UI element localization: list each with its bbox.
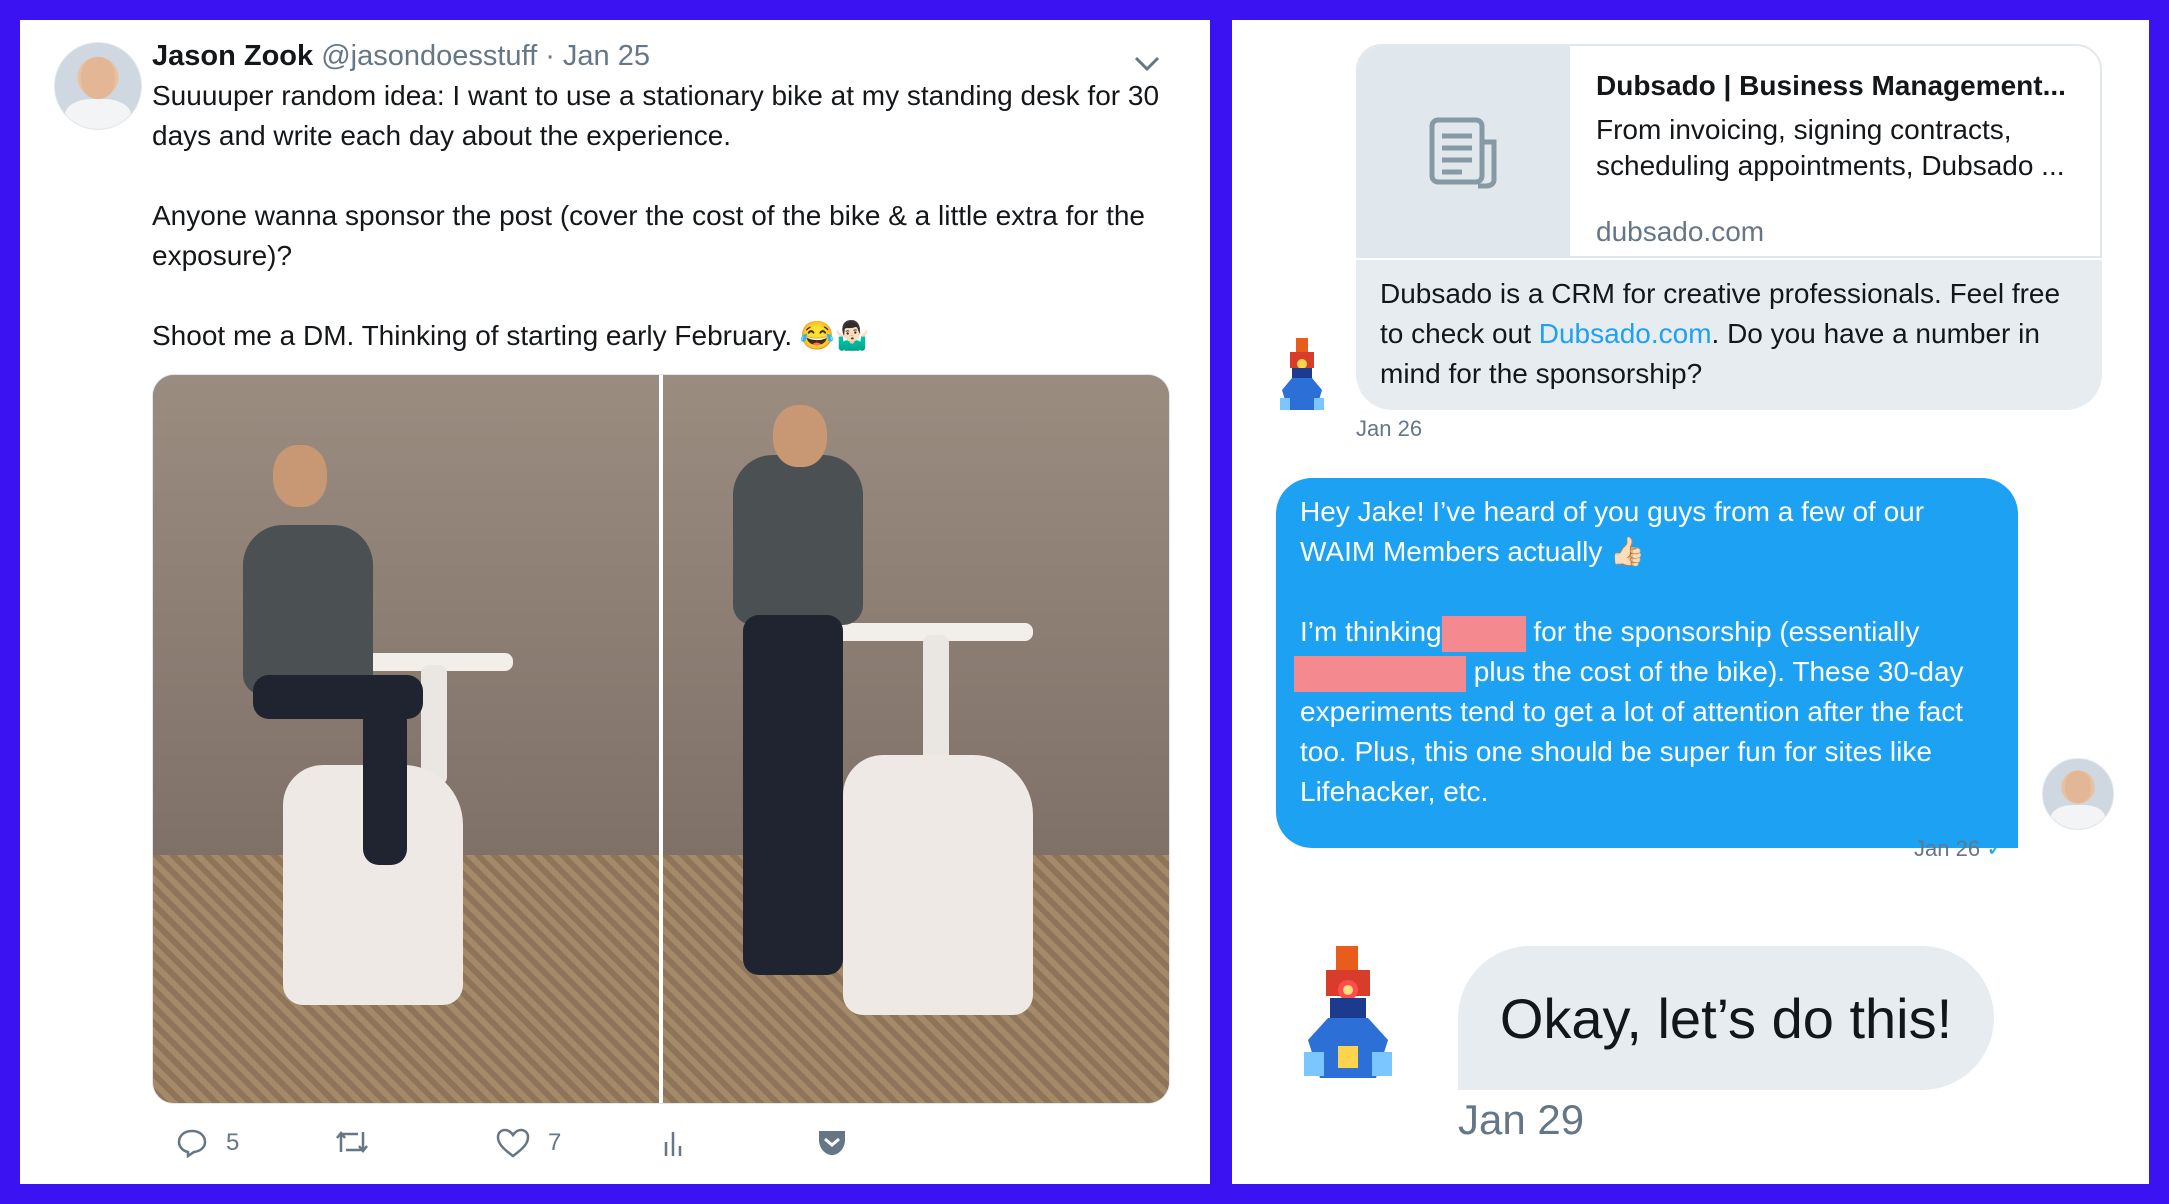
author-name[interactable]: Jason Zook (152, 40, 313, 72)
photo-seated (153, 375, 659, 1103)
redaction-box (1441, 615, 1526, 652)
tweet-text: Suuuuper random idea: I want to use a st… (152, 76, 1172, 356)
tweet-date[interactable]: · Jan 25 (545, 40, 650, 72)
like-button[interactable]: 7 (496, 1128, 561, 1158)
reply-icon (177, 1129, 207, 1158)
author-handle[interactable]: @jasondoesstuff (321, 40, 537, 72)
reply-count: 5 (226, 1129, 240, 1156)
jason-avatar[interactable] (54, 42, 142, 130)
tweet-header: Jason Zook @jasondoesstuff · Jan 25 (152, 36, 650, 76)
message-text: Hey Jake! I’ve heard of you guys from a … (1294, 492, 2000, 812)
link-preview-card[interactable]: Dubsado | Business Management... From in… (1356, 44, 2102, 258)
message-text-part: for the sponsorship (essentially (1533, 616, 1920, 647)
photo-standing (663, 375, 1169, 1103)
tweet-actions: 5 7 (152, 1128, 1152, 1168)
read-check-icon: ✓ (1986, 836, 2005, 861)
sender-avatar[interactable] (1276, 338, 1328, 416)
like-count: 7 (548, 1129, 562, 1156)
pocket-button[interactable] (816, 1128, 848, 1158)
message-text: Dubsado is a CRM for creative profession… (1380, 274, 2080, 394)
dubsado-link[interactable]: Dubsado.com (1539, 318, 1712, 349)
redaction-box (1294, 655, 1466, 692)
message-bubble-received: Dubsado is a CRM for creative profession… (1356, 260, 2102, 410)
retweet-button[interactable] (334, 1128, 370, 1156)
emoji: 😂🤷🏻‍♂️ (799, 320, 870, 351)
message-bubble-sent: Hey Jake! I’ve heard of you guys from a … (1276, 478, 2018, 848)
timestamp-text: Jan 26 (1914, 836, 1981, 861)
card-domain: dubsado.com (1596, 216, 1765, 247)
message-timestamp: Jan 26 (1356, 416, 1423, 441)
card-thumbnail (1358, 46, 1570, 256)
message-text-part: I’m thinking (1300, 616, 1442, 647)
analytics-button[interactable] (662, 1128, 686, 1158)
chevron-down-icon[interactable] (1134, 46, 1160, 80)
analytics-icon (664, 1132, 682, 1156)
retweet-icon (336, 1130, 368, 1154)
message-bubble-received-large: Okay, let’s do this! (1458, 946, 1994, 1090)
tweet-photo[interactable] (152, 374, 1170, 1104)
thumbs-up-emoji: 👍🏻 (1610, 536, 1646, 567)
pocket-icon (819, 1131, 845, 1155)
document-icon (1429, 117, 1497, 189)
tweet-paragraph-text: Shoot me a DM. Thinking of starting earl… (152, 320, 793, 351)
reply-button[interactable]: 5 (176, 1128, 239, 1158)
like-icon (496, 1128, 530, 1158)
card-title: Dubsado | Business Management... (1596, 70, 2066, 101)
tweet-paragraph: Suuuuper random idea: I want to use a st… (152, 80, 1160, 151)
tweet-paragraph: Shoot me a DM. Thinking of starting earl… (152, 316, 1172, 356)
message-timestamp: Jan 29 (1458, 1096, 1585, 1143)
sender-avatar-large[interactable] (1298, 946, 1398, 1086)
card-description: From invoicing, signing contracts, sched… (1596, 114, 2065, 181)
tweet-paragraph: Anyone wanna sponsor the post (cover the… (152, 200, 1146, 271)
message-text: Okay, let’s do this! (1499, 986, 1953, 1050)
dm-panel: Dubsado | Business Management... From in… (1232, 20, 2149, 1184)
jason-avatar-small[interactable] (2042, 758, 2114, 830)
tweet-panel: Jason Zook @jasondoesstuff · Jan 25 Suuu… (20, 20, 1210, 1184)
message-timestamp: Jan 26 ✓ (1914, 836, 2005, 862)
